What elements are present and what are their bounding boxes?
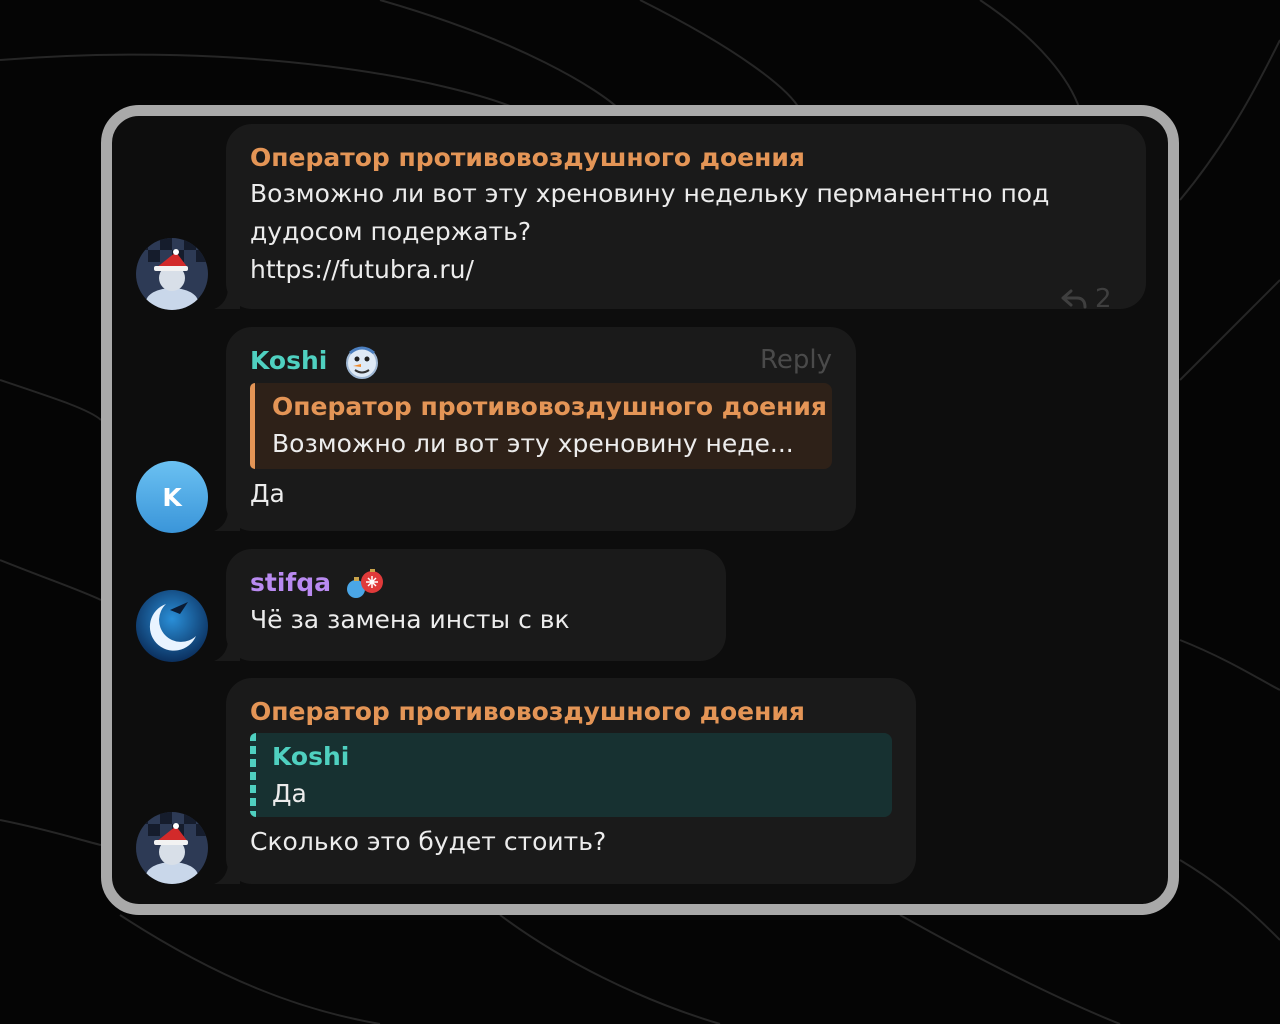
sender-name[interactable]: Koshi xyxy=(250,344,832,379)
quote-sender: Koshi xyxy=(272,742,350,771)
sender-name-text: Koshi xyxy=(250,346,328,375)
reply-arrow-icon xyxy=(1061,289,1087,309)
quote-sender: Оператор противовоздушного доения xyxy=(272,392,827,421)
message-text: Да xyxy=(250,479,285,508)
bubble-tail xyxy=(214,287,240,309)
avatar-image xyxy=(136,590,208,662)
message-bubble-4[interactable]: Оператор противовоздушного доения Koshi … xyxy=(214,678,916,884)
reply-count-number: 2 xyxy=(1095,284,1112,314)
sender-name[interactable]: stifqa xyxy=(250,566,702,601)
message-bubble-2[interactable]: Koshi Reply Оператор противовоздушного д… xyxy=(214,327,856,531)
sender-name-text: stifqa xyxy=(250,568,332,597)
message-text: Возможно ли вот эту хреновину недельку п… xyxy=(250,175,1122,289)
message-link[interactable]: https://futubra.ru/ xyxy=(250,251,1122,289)
quote-bar xyxy=(250,383,255,469)
message-text-line: дудосом подержать? xyxy=(250,217,532,246)
bubble-tail xyxy=(214,639,240,661)
chat-window: Оператор противовоздушного доения Возмож… xyxy=(101,105,1179,915)
avatar-operator[interactable] xyxy=(136,238,208,310)
avatar-image xyxy=(136,238,208,310)
avatar-operator[interactable] xyxy=(136,812,208,884)
message-text: Чё за замена инсты с вк xyxy=(250,605,570,634)
reply-label[interactable]: Reply xyxy=(760,345,832,375)
quote-text: Да xyxy=(272,779,307,808)
quote-text: Возможно ли вот эту хреновину неде... xyxy=(272,429,794,458)
avatar-image xyxy=(136,812,208,884)
bubble-tail xyxy=(214,862,240,884)
message-text-line: Возможно ли вот эту хреновину недельку п… xyxy=(250,179,1050,208)
sender-name[interactable]: Оператор противовоздушного доения xyxy=(250,695,892,729)
avatar-letter: K xyxy=(162,482,182,512)
sender-name[interactable]: Оператор противовоздушного доения xyxy=(250,141,1122,175)
reply-count[interactable]: 2 xyxy=(1061,284,1112,314)
quote-bar xyxy=(250,733,256,817)
message-bubble-3[interactable]: stifqa Чё за замена инсты с вк xyxy=(214,549,726,661)
avatar-stifqa[interactable] xyxy=(136,590,208,662)
quoted-message[interactable]: Оператор противовоздушного доения Возмож… xyxy=(250,383,832,469)
message-bubble-1[interactable]: Оператор противовоздушного доения Возмож… xyxy=(214,124,1146,314)
snowman-emoji-icon xyxy=(346,346,379,379)
bubble-tail xyxy=(214,509,240,531)
avatar-koshi[interactable]: K xyxy=(136,461,208,533)
quoted-message[interactable]: Koshi Да xyxy=(250,733,892,817)
message-text: Сколько это будет стоить? xyxy=(250,827,607,856)
christmas-ornaments-emoji-icon xyxy=(346,569,383,598)
